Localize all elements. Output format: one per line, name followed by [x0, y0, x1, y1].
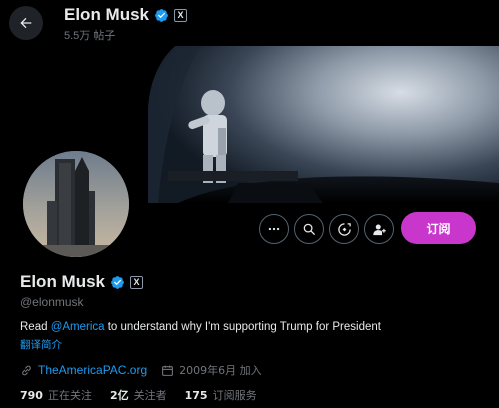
followers-count: 2亿: [109, 389, 129, 402]
arrow-left-icon: [20, 17, 32, 29]
bio-text-suffix: to understand why I'm supporting Trump f…: [104, 321, 381, 333]
x-affiliation-badge[interactable]: X: [130, 275, 144, 289]
subscribe-button[interactable]: 订阅: [401, 212, 476, 244]
website-link[interactable]: TheAmericaPAC.org: [38, 363, 147, 377]
link-icon: [22, 365, 31, 375]
bio-text-prefix: Read: [20, 321, 51, 333]
profile-avatar[interactable]: [20, 148, 132, 260]
grok-icon: [337, 222, 351, 236]
following-count: 790: [20, 389, 43, 402]
search-icon: [303, 223, 315, 235]
top-header: Elon Musk X 5.5万 帖子: [0, 0, 499, 46]
profile-stats: 790 正在关注 2亿 关注者 175 订阅服务: [20, 387, 275, 403]
verified-badge-icon[interactable]: [110, 275, 125, 290]
join-date: 2009年6月 加入: [179, 364, 262, 377]
back-button[interactable]: [9, 6, 43, 40]
calendar-icon: [162, 365, 174, 376]
bio-mention-link[interactable]: @America: [51, 321, 105, 333]
profile-banner[interactable]: [148, 33, 499, 203]
notifications-button[interactable]: [364, 214, 394, 244]
banner-astronaut-earth-image: [148, 33, 499, 203]
verified-badge-icon: [154, 8, 169, 23]
post-count: 5.5万 帖子: [64, 30, 116, 42]
search-profile-button[interactable]: [294, 214, 324, 244]
following-stat[interactable]: 790 正在关注: [20, 387, 92, 403]
person-notify-icon: [372, 224, 386, 235]
more-options-button[interactable]: [259, 214, 289, 244]
subscriptions-label: 订阅服务: [212, 389, 257, 402]
profile-meta: TheAmericaPAC.org 2009年6月 加入: [20, 362, 262, 378]
more-dots-icon: [268, 227, 280, 231]
subscriptions-count: 175: [184, 389, 208, 402]
translate-bio-link[interactable]: 翻译简介: [20, 337, 62, 352]
subscriptions-stat[interactable]: 175 订阅服务: [185, 387, 257, 403]
followers-label: 关注者: [133, 389, 167, 402]
followers-stat[interactable]: 2亿 关注者: [110, 387, 167, 403]
avatar-starship-image: [23, 151, 129, 257]
profile-name: Elon Musk: [20, 272, 106, 291]
x-affiliation-badge: X: [174, 8, 188, 22]
following-label: 正在关注: [47, 389, 92, 402]
grok-button[interactable]: [329, 214, 359, 244]
profile-handle: @elonmusk: [20, 295, 84, 309]
profile-bio: Read @America to understand why I'm supp…: [20, 321, 381, 333]
header-title: Elon Musk: [64, 5, 150, 24]
